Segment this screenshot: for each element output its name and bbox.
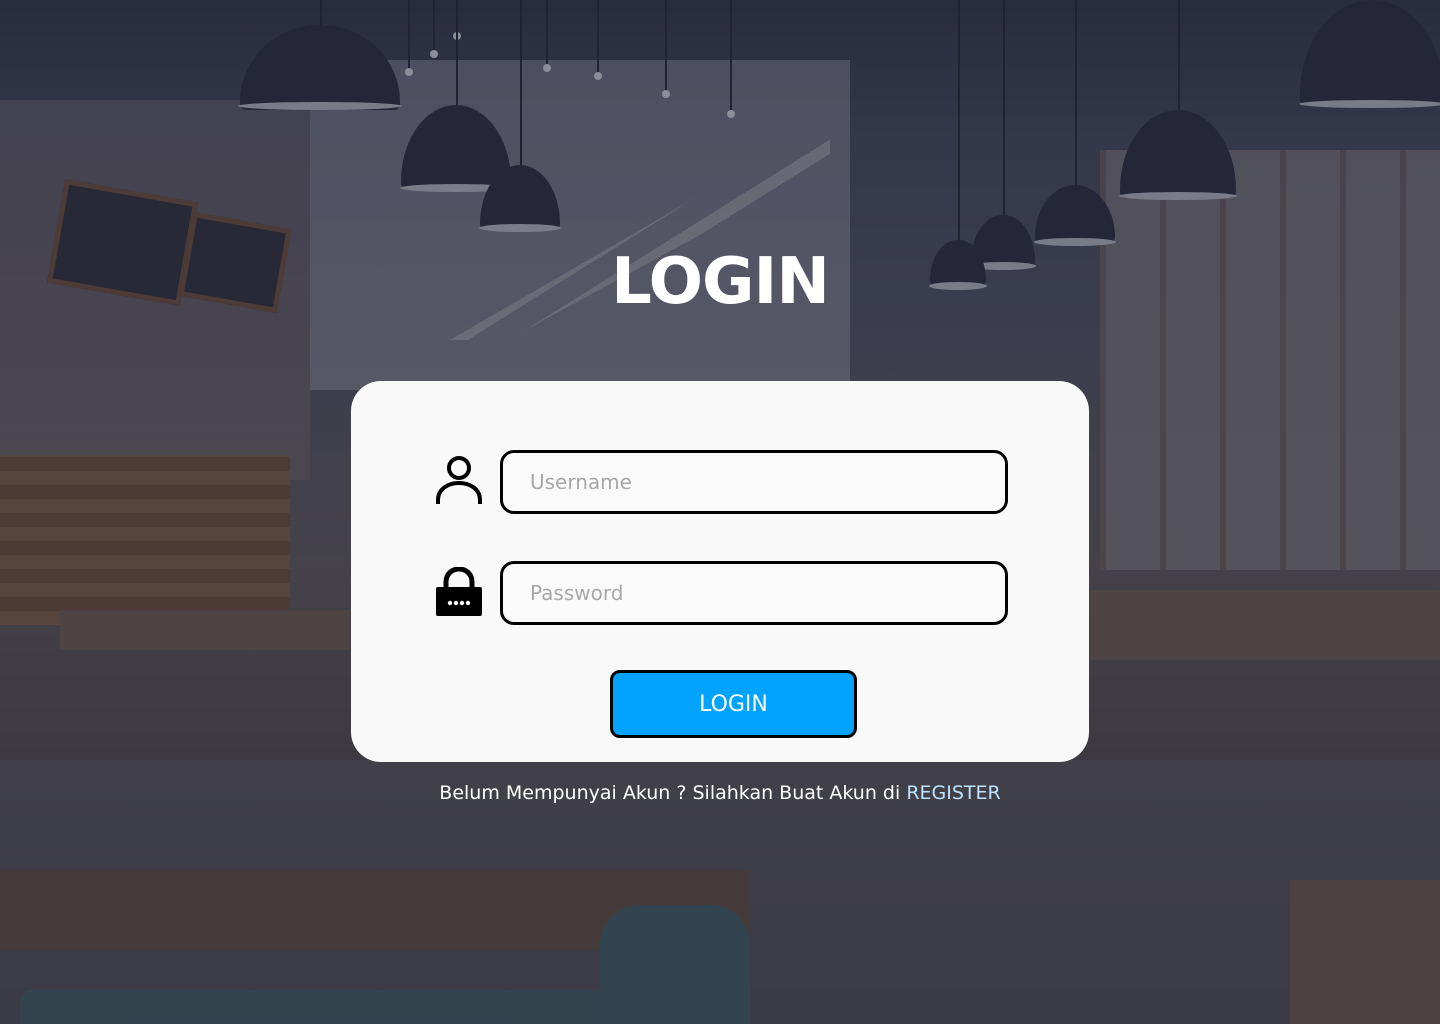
lock-icon xyxy=(435,567,483,617)
username-input[interactable] xyxy=(500,450,1008,514)
page-title: LOGIN xyxy=(611,245,830,319)
login-button[interactable]: LOGIN xyxy=(610,670,857,738)
login-card: LOGIN xyxy=(351,381,1089,762)
password-row xyxy=(435,561,1008,625)
username-row xyxy=(435,450,1008,514)
register-prompt: Belum Mempunyai Akun ? Silahkan Buat Aku… xyxy=(0,782,1440,804)
register-prompt-text: Belum Mempunyai Akun ? Silahkan Buat Aku… xyxy=(439,782,907,804)
password-input[interactable] xyxy=(500,561,1008,625)
user-icon xyxy=(435,456,483,506)
register-link[interactable]: REGISTER xyxy=(906,782,1000,804)
